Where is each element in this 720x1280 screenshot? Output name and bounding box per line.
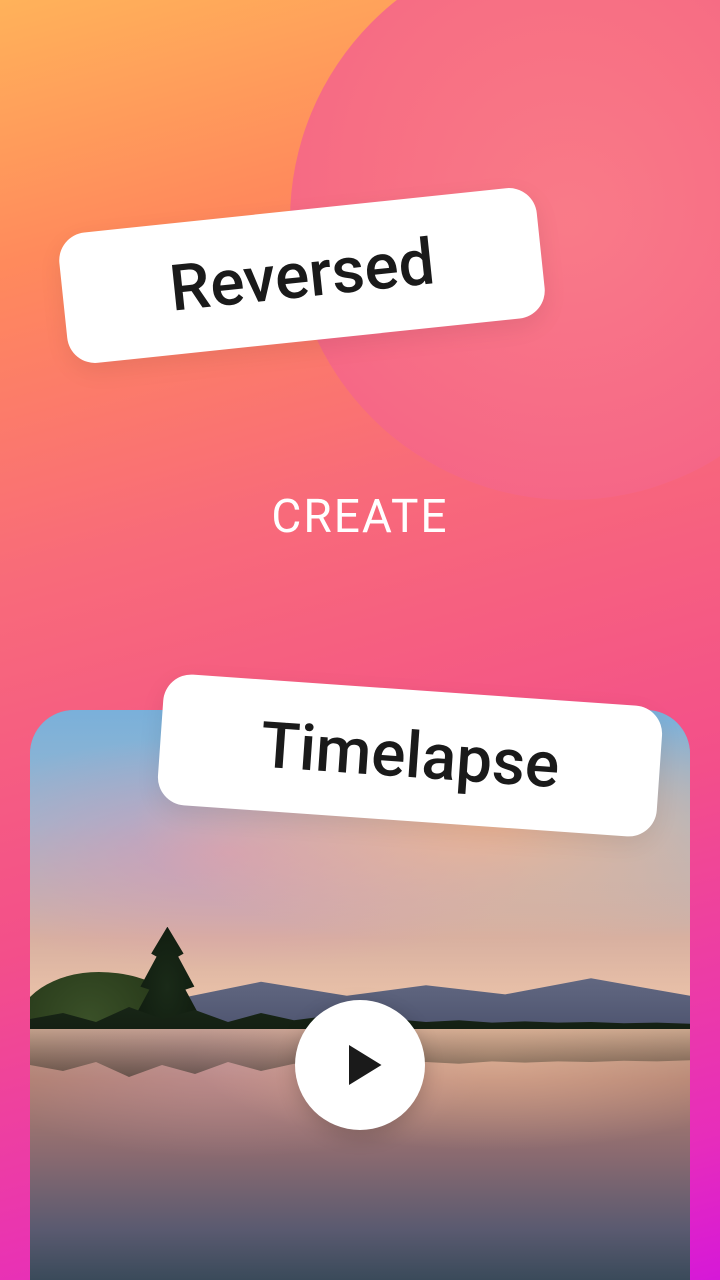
play-button[interactable] [295, 1000, 425, 1130]
play-icon [339, 1040, 389, 1090]
timelapse-label: Timelapse [258, 708, 562, 804]
create-heading: CREATE [0, 490, 720, 544]
reversed-label: Reversed [166, 224, 438, 326]
app-promo-screen: Reversed CREATE Timelapse [0, 0, 720, 1280]
